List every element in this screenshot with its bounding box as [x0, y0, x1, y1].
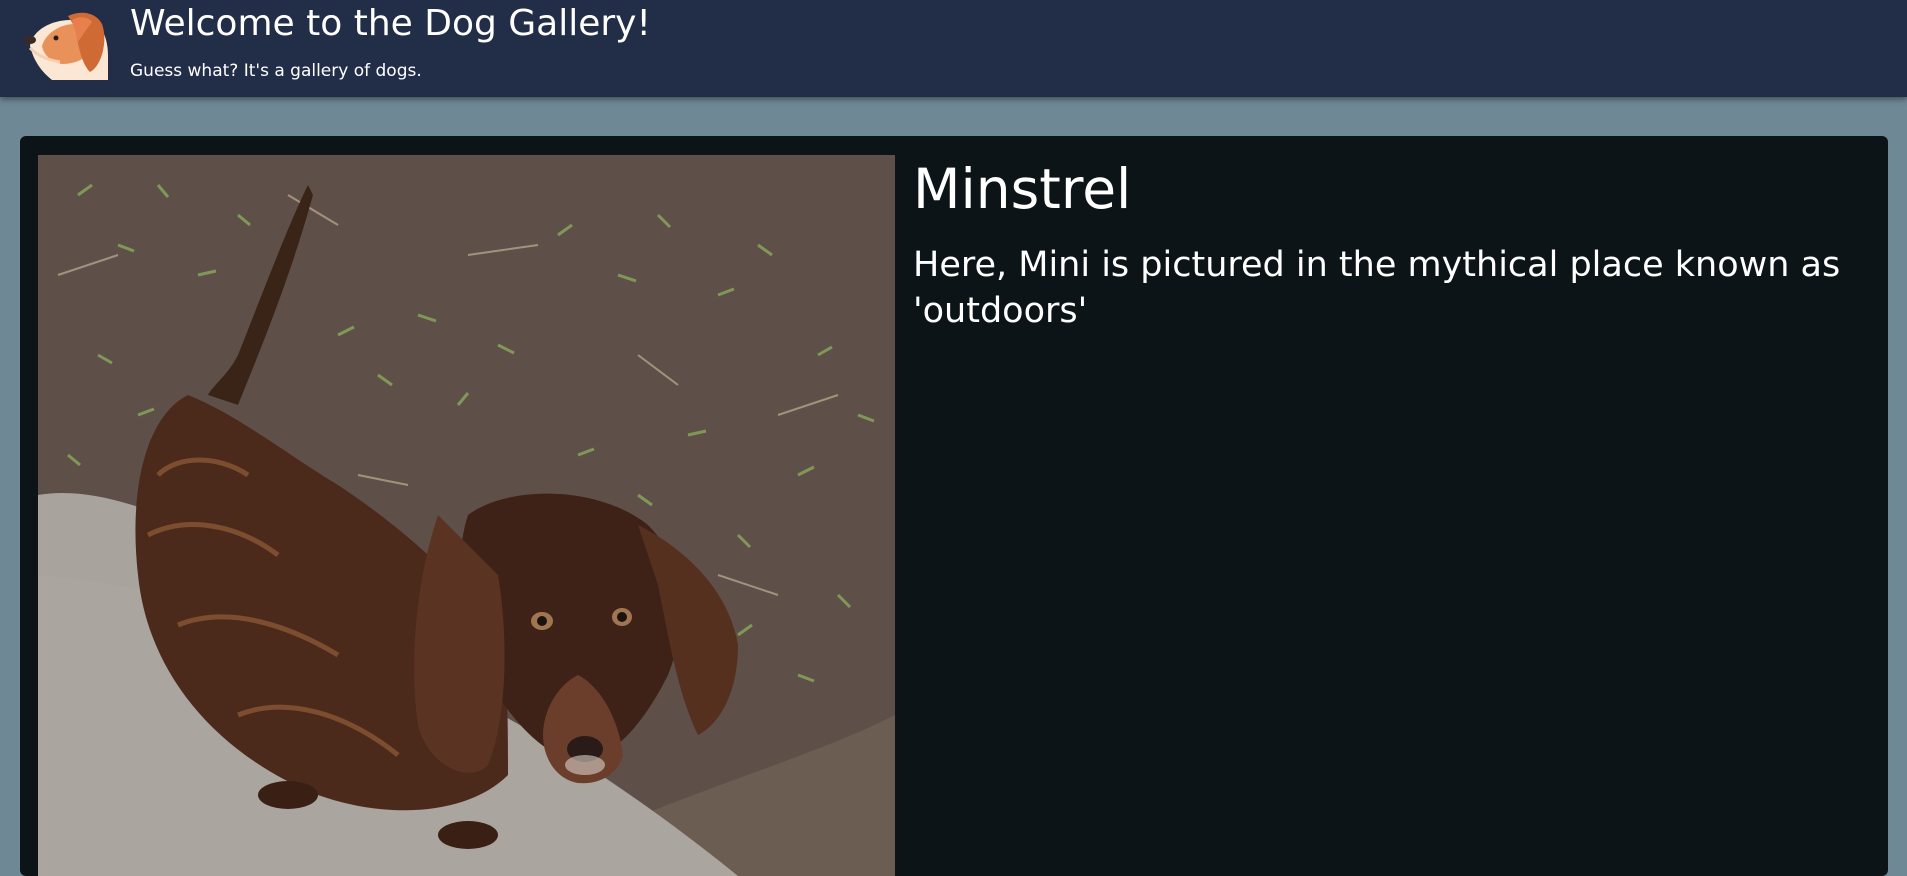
dog-name: Minstrel [913, 157, 1132, 221]
site-title: Welcome to the Dog Gallery! [130, 3, 651, 44]
dog-head-icon [12, 6, 114, 82]
site-header: Welcome to the Dog Gallery! Guess what? … [0, 0, 1907, 97]
site-subtitle: Guess what? It's a gallery of dogs. [130, 61, 422, 81]
dog-caption: Here, Mini is pictured in the mythical p… [913, 245, 1841, 331]
gallery-card: Minstrel Here, Mini is pictured in the m… [20, 136, 1888, 876]
dog-photo[interactable] [38, 155, 895, 876]
